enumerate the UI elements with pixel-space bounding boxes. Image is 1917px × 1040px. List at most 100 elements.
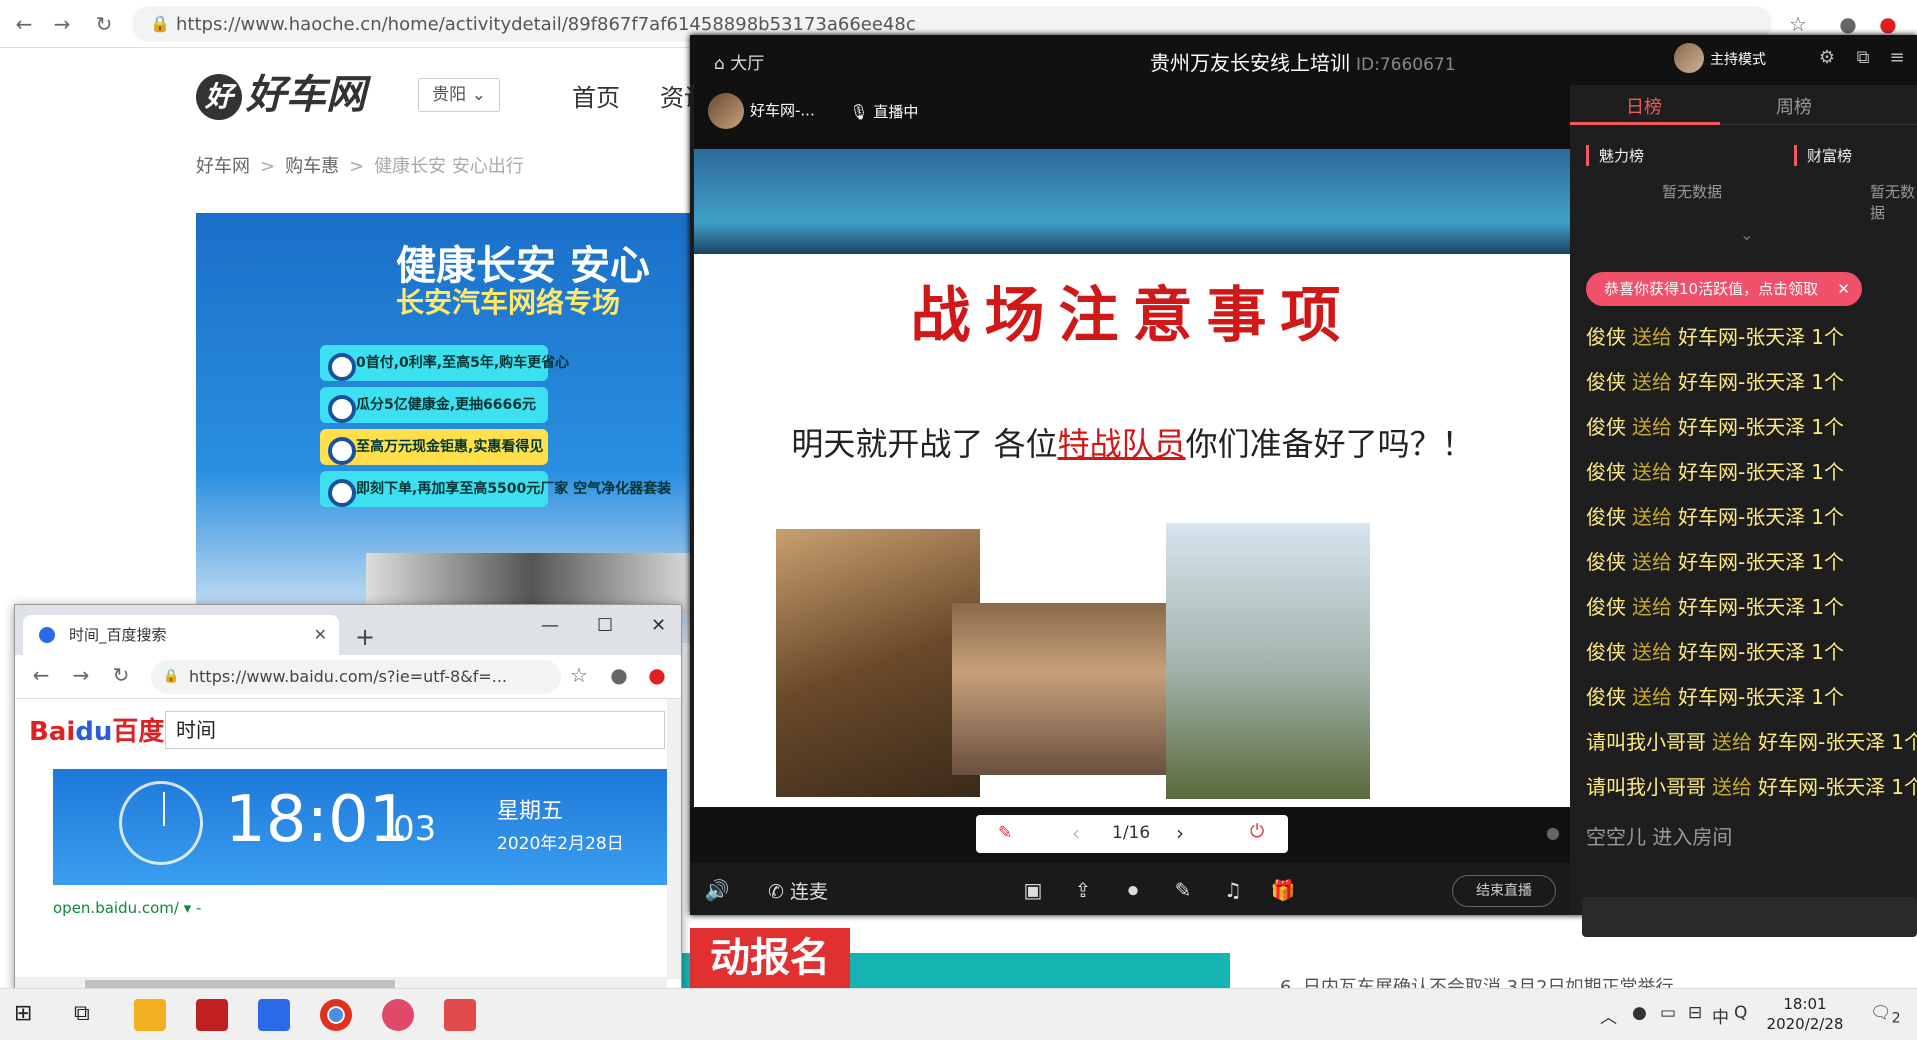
reload-icon[interactable]: ↻ bbox=[92, 12, 116, 36]
tab-baidu[interactable]: 时间_百度搜索 ✕ bbox=[23, 615, 339, 655]
edit-icon[interactable]: ✎ bbox=[1170, 877, 1196, 903]
new-tab-icon[interactable]: + bbox=[355, 623, 375, 651]
screen-share-icon[interactable]: ⇪ bbox=[1070, 877, 1096, 903]
city-selector[interactable]: 贵阳 ⌄ bbox=[418, 78, 500, 112]
close-tab-icon[interactable]: ✕ bbox=[314, 615, 327, 655]
nav-home[interactable]: 首页 bbox=[572, 78, 620, 113]
end-live-button[interactable]: 结束直播 bbox=[1452, 875, 1556, 907]
source-link[interactable]: open.baidu.com/ ▾ - bbox=[53, 899, 201, 917]
slide-text-part: 你们准备好了吗？！ bbox=[1185, 425, 1474, 463]
gift-sender: 俊侠 bbox=[1586, 460, 1626, 484]
profile-icon[interactable]: ● bbox=[607, 663, 631, 687]
power-icon[interactable]: ⏻ bbox=[1250, 821, 1264, 842]
back-icon[interactable]: ← bbox=[29, 663, 53, 687]
gift-message: 俊侠 送给 好车网-张天泽 1个 bbox=[1586, 591, 1916, 636]
gift-target: 好车网-张天泽 bbox=[1758, 730, 1886, 754]
lianmai-button[interactable]: ✆ 连麦 bbox=[768, 877, 828, 904]
chat-input[interactable] bbox=[1582, 897, 1917, 937]
close-window-icon[interactable]: ✕ bbox=[651, 615, 666, 636]
network-icon[interactable]: ⊟ bbox=[1688, 1003, 1702, 1023]
file-explorer-icon[interactable] bbox=[134, 999, 166, 1031]
task-view-icon[interactable]: ⧉ bbox=[74, 1001, 90, 1026]
gift-action: 送给 bbox=[1632, 370, 1672, 394]
hall-link[interactable]: ⌂ 大厅 bbox=[714, 49, 764, 74]
gift-message: 俊侠 送给 好车网-张天泽 1个 bbox=[1586, 636, 1916, 681]
vertical-scrollbar[interactable] bbox=[667, 699, 681, 979]
reward-banner[interactable]: 恭喜你获得10活跃值，点击领取 ✕ bbox=[1586, 272, 1862, 306]
mic-small-icon[interactable]: ● bbox=[1546, 823, 1560, 842]
banner-pill: 0首付,0利率,至高5年,购车更省心 bbox=[320, 345, 569, 381]
gift-target: 好车网-张天泽 bbox=[1678, 415, 1806, 439]
extension-icon[interactable]: ● bbox=[1876, 12, 1900, 36]
back-icon[interactable]: ← bbox=[12, 12, 36, 36]
volume-icon[interactable]: 🔊 bbox=[704, 877, 730, 903]
gift-action: 送给 bbox=[1632, 460, 1672, 484]
breadcrumb-deals[interactable]: 购车惠 bbox=[285, 156, 339, 177]
camera-off-icon[interactable]: ▣ bbox=[1020, 877, 1046, 903]
clock-hand bbox=[163, 792, 165, 826]
baidu-window: 时间_百度搜索 ✕ + — ☐ ✕ ← → ↻ 🔒 https://www.baid… bbox=[14, 604, 682, 994]
bookmark-star-icon[interactable]: ☆ bbox=[567, 663, 591, 687]
slide-title: 战场注意事项 bbox=[910, 281, 1355, 351]
prev-page-icon[interactable]: ‹ bbox=[1072, 821, 1080, 845]
forward-icon[interactable]: → bbox=[50, 12, 74, 36]
host-mode[interactable]: 主持模式 bbox=[1674, 43, 1766, 73]
gift-count: 1个 bbox=[1811, 640, 1844, 664]
settings-icon[interactable]: ⚙ bbox=[1816, 47, 1838, 69]
pen-icon[interactable]: ✎ bbox=[998, 823, 1012, 843]
battery-icon[interactable]: ▭ bbox=[1660, 1003, 1676, 1023]
wps-icon[interactable] bbox=[258, 999, 290, 1031]
url-text: https://www.haoche.cn/home/activitydetai… bbox=[176, 14, 916, 35]
mic-off-icon[interactable]: ⏺ bbox=[1120, 877, 1146, 903]
tray-app-icon[interactable]: ● bbox=[1632, 1003, 1647, 1023]
bookmark-star-icon[interactable]: ☆ bbox=[1786, 12, 1810, 36]
chrome-icon[interactable] bbox=[320, 999, 352, 1031]
haoche-logo[interactable]: 好好车网 bbox=[196, 70, 406, 120]
next-page-icon[interactable]: › bbox=[1176, 821, 1184, 845]
close-icon[interactable]: ✕ bbox=[1837, 272, 1850, 306]
ime-indicator[interactable]: 中 bbox=[1712, 1003, 1729, 1028]
baidu-logo[interactable]: Baidu百度 bbox=[29, 711, 164, 748]
gift-target: 好车网-张天泽 bbox=[1678, 460, 1806, 484]
extension-icon[interactable]: ● bbox=[645, 663, 669, 687]
address-bar[interactable]: 🔒 https://www.baidu.com/s?ie=utf-8&f=... bbox=[151, 660, 561, 694]
gift-sender: 俊侠 bbox=[1586, 685, 1626, 709]
app-icon[interactable] bbox=[196, 999, 228, 1031]
popout-icon[interactable]: ⧉ bbox=[1852, 47, 1874, 69]
gift-sender: 俊侠 bbox=[1586, 505, 1626, 529]
tab-daily[interactable]: 日榜 bbox=[1626, 93, 1662, 119]
forward-icon[interactable]: → bbox=[69, 663, 93, 687]
gift-sender: 请叫我小哥哥 bbox=[1586, 730, 1706, 754]
host-mode-label: 主持模式 bbox=[1710, 52, 1766, 68]
avatar bbox=[1674, 43, 1704, 73]
baidu-toolbar: ← → ↻ 🔒 https://www.baidu.com/s?ie=utf-8&… bbox=[15, 655, 681, 699]
avatar[interactable] bbox=[708, 93, 744, 129]
reload-icon[interactable]: ↻ bbox=[109, 663, 133, 687]
signup-tag[interactable]: 动报名 bbox=[690, 928, 850, 988]
collapse-chevron-icon[interactable]: ⌄ bbox=[1740, 225, 1753, 244]
windows-start-icon[interactable]: ⊞ bbox=[14, 1001, 32, 1026]
live-status: 🎙 直播中 bbox=[850, 101, 919, 122]
profile-icon[interactable]: ● bbox=[1836, 12, 1860, 36]
minimize-icon[interactable]: — bbox=[541, 615, 559, 636]
live-app-icon[interactable] bbox=[444, 999, 476, 1031]
right-panel: 日榜 周榜 魅力榜 财富榜 暂无数据 暂无数据 ⌄ 恭喜你获得10活跃值，点击领… bbox=[1570, 85, 1917, 937]
tray-chevron-icon[interactable]: ︿ bbox=[1600, 1003, 1617, 1028]
tab-weekly[interactable]: 周榜 bbox=[1776, 93, 1812, 119]
live-header: ⌂ 大厅 贵州万友长安线上培训 ID:7660671 主持模式 ⚙ ⧉ ≡ bbox=[690, 35, 1917, 85]
gift-action: 送给 bbox=[1712, 775, 1752, 799]
menu-icon[interactable]: ≡ bbox=[1886, 47, 1908, 69]
notification-icon[interactable]: 🗨2 bbox=[1870, 1003, 1901, 1026]
clock-date[interactable]: 2020/2/28 bbox=[1760, 1015, 1850, 1033]
slide-pager: ✎ ‹ 1/16 › ⏻ bbox=[976, 815, 1288, 853]
ime-mode-icon[interactable]: Q bbox=[1734, 1003, 1747, 1023]
promo-banner[interactable]: 健康长安 安心 长安汽车网络专场 0首付,0利率,至高5年,购车更省心 瓜分5亿… bbox=[196, 213, 696, 643]
music-icon[interactable]: ♫ bbox=[1220, 877, 1246, 903]
search-input[interactable]: 时间 bbox=[165, 711, 665, 749]
gift-sender: 请叫我小哥哥 bbox=[1586, 775, 1706, 799]
gift-icon[interactable]: 🎁 bbox=[1270, 877, 1296, 903]
breadcrumb-home[interactable]: 好车网 bbox=[196, 156, 250, 177]
clock-time[interactable]: 18:01 bbox=[1760, 995, 1850, 1013]
maximize-icon[interactable]: ☐ bbox=[597, 615, 613, 636]
app-icon[interactable] bbox=[382, 999, 414, 1031]
